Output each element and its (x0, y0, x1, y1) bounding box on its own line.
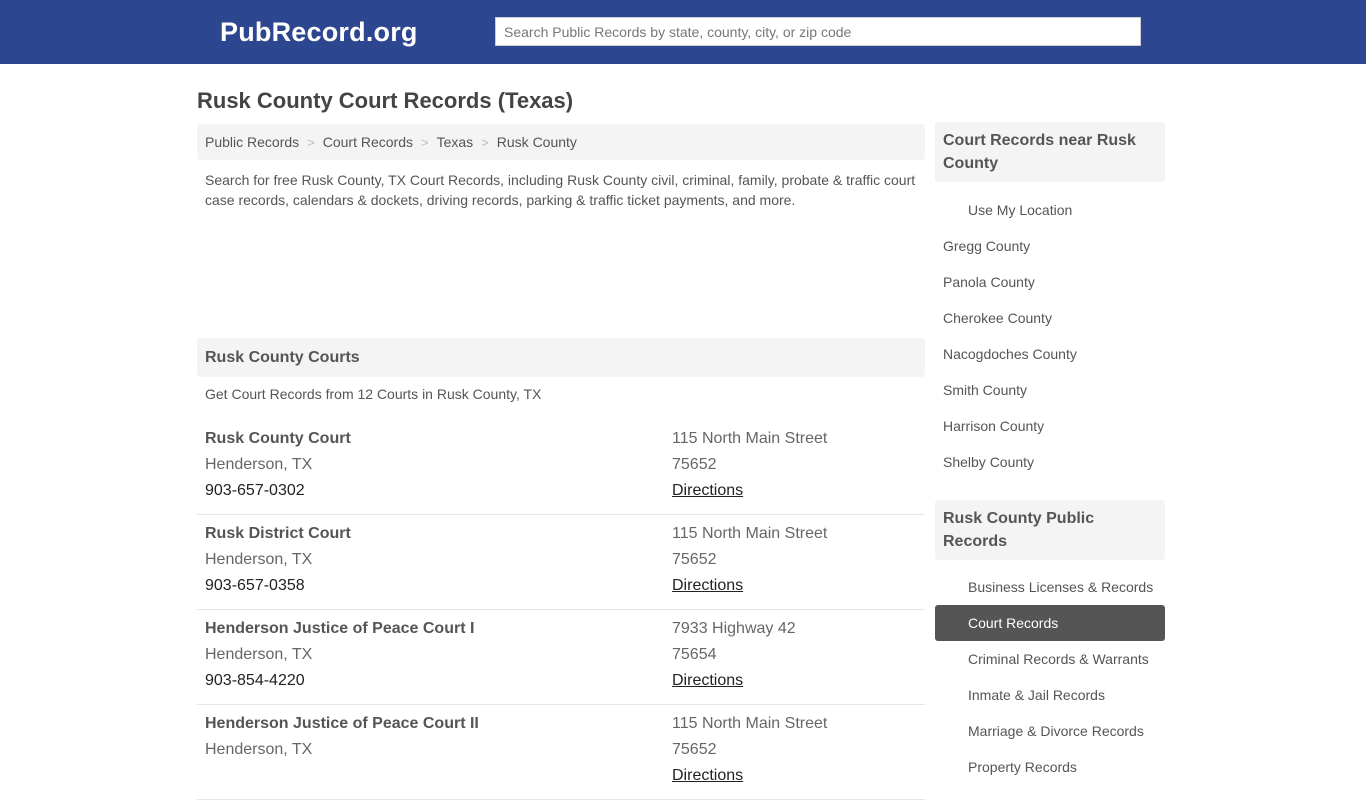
court-zip: 75652 (672, 741, 717, 758)
use-my-location-link[interactable]: Use My Location (935, 192, 1165, 228)
court-zip: 75652 (672, 551, 717, 568)
records-link-property[interactable]: Property Records (935, 749, 1165, 785)
records-link-marriage[interactable]: Marriage & Divorce Records (935, 713, 1165, 749)
court-address: 115 North Main Street (672, 430, 828, 447)
nearby-courts-title: Court Records near Rusk County (935, 122, 1165, 182)
court-phone[interactable]: 903-854-4220 (205, 672, 305, 689)
breadcrumb: Public Records > Court Records > Texas >… (197, 124, 925, 160)
nearby-counties-list: Use My Location Gregg County Panola Coun… (935, 192, 1165, 480)
search-input[interactable] (495, 17, 1141, 46)
court-city: Henderson, TX (205, 741, 313, 758)
breadcrumb-separator: > (421, 134, 429, 150)
breadcrumb-court-records[interactable]: Court Records (323, 134, 413, 150)
court-name: Rusk County Court (205, 430, 351, 447)
court-item: Henderson Justice of Peace Court II Hend… (197, 705, 925, 800)
top-navbar: PubRecord.org (0, 0, 1366, 64)
directions-link[interactable]: Directions (672, 672, 743, 689)
site-logo[interactable]: PubRecord.org (220, 17, 418, 48)
nearby-county-link[interactable]: Cherokee County (935, 300, 1165, 336)
directions-link[interactable]: Directions (672, 577, 743, 594)
court-zip: 75652 (672, 456, 717, 473)
breadcrumb-texas[interactable]: Texas (437, 134, 474, 150)
court-name: Henderson Justice of Peace Court I (205, 620, 475, 637)
court-address: 7933 Highway 42 (672, 620, 796, 637)
court-address: 115 North Main Street (672, 525, 828, 542)
court-city: Henderson, TX (205, 551, 313, 568)
courts-list: Rusk County Court Henderson, TX 903-657-… (197, 420, 925, 800)
court-address: 115 North Main Street (672, 715, 828, 732)
records-link-criminal[interactable]: Criminal Records & Warrants (935, 641, 1165, 677)
breadcrumb-separator: > (481, 134, 489, 150)
public-records-title: Rusk County Public Records (935, 500, 1165, 560)
records-link-inmate[interactable]: Inmate & Jail Records (935, 677, 1165, 713)
court-phone[interactable]: 903-657-0358 (205, 577, 305, 594)
court-city: Henderson, TX (205, 456, 313, 473)
breadcrumb-rusk-county[interactable]: Rusk County (497, 134, 577, 150)
court-name: Rusk District Court (205, 525, 351, 542)
directions-link[interactable]: Directions (672, 482, 743, 499)
nearby-county-link[interactable]: Nacogdoches County (935, 336, 1165, 372)
breadcrumb-public-records[interactable]: Public Records (205, 134, 299, 150)
breadcrumb-separator: > (307, 134, 315, 150)
nearby-county-link[interactable]: Gregg County (935, 228, 1165, 264)
courts-section-title: Rusk County Courts (197, 338, 925, 377)
court-item: Henderson Justice of Peace Court I Hende… (197, 610, 925, 705)
intro-text: Search for free Rusk County, TX Court Re… (205, 172, 916, 208)
court-zip: 75654 (672, 646, 717, 663)
courts-section-subtitle: Get Court Records from 12 Courts in Rusk… (205, 386, 542, 402)
court-city: Henderson, TX (205, 646, 313, 663)
court-item: Rusk County Court Henderson, TX 903-657-… (197, 420, 925, 515)
court-phone[interactable]: 903-657-0302 (205, 482, 305, 499)
court-item: Rusk District Court Henderson, TX 903-65… (197, 515, 925, 610)
public-records-list: Business Licenses & Records Court Record… (935, 569, 1165, 785)
nearby-county-link[interactable]: Smith County (935, 372, 1165, 408)
records-link-court-active[interactable]: Court Records (935, 605, 1165, 641)
directions-link[interactable]: Directions (672, 767, 743, 784)
nearby-county-link[interactable]: Shelby County (935, 444, 1165, 480)
court-name: Henderson Justice of Peace Court II (205, 715, 479, 732)
records-link-business[interactable]: Business Licenses & Records (935, 569, 1165, 605)
page-title: Rusk County Court Records (Texas) (197, 88, 574, 113)
nearby-county-link[interactable]: Panola County (935, 264, 1165, 300)
nearby-county-link[interactable]: Harrison County (935, 408, 1165, 444)
